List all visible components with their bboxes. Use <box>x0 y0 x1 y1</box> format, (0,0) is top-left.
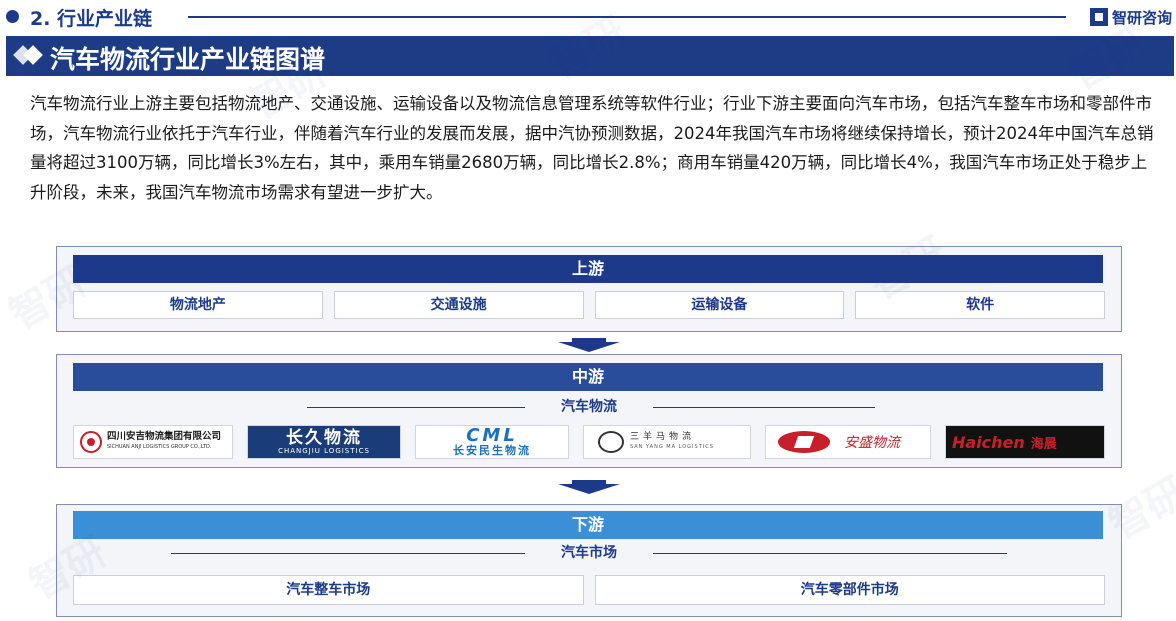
logo-anji: 四川安吉物流集团有限公司 SICHUAN ANJI LOGISTICS GROU… <box>73 425 233 459</box>
changjiu-name-cn: 长久物流 <box>286 427 362 448</box>
double-diamond-icon <box>13 45 43 67</box>
upstream-item: 运输设备 <box>594 291 845 319</box>
sanyangma-emblem-icon <box>598 431 624 453</box>
sanyangma-name-en: SAN YANG MA LOGISTICS <box>630 444 714 450</box>
title-bar: 汽车物流行业产业链图谱 <box>6 36 1174 76</box>
haichen-name-en: Haichen <box>952 432 1025 452</box>
downstream-item: 汽车整车市场 <box>73 575 584 605</box>
haichen-name-cn: 海晨 <box>1030 436 1057 452</box>
changjiu-name-en: CHANGJIU LOGISTICS <box>278 446 370 455</box>
subtitle-line-right <box>653 407 875 408</box>
downstream-header: 下游 <box>73 511 1103 539</box>
anji-emblem-icon <box>80 431 102 453</box>
bullet-dot-icon <box>6 10 19 23</box>
upstream-header: 上游 <box>73 255 1103 283</box>
midstream-header: 中游 <box>73 363 1103 391</box>
down-arrow-icon <box>558 338 620 352</box>
logo-changjiu: 长久物流 CHANGJIU LOGISTICS <box>247 425 401 459</box>
downstream-items: 汽车整车市场 汽车零部件市场 <box>73 575 1105 605</box>
logo-cml: CML 长安民生物流 <box>415 425 569 459</box>
cml-name-en: CML <box>466 425 518 446</box>
page-title: 汽车物流行业产业链图谱 <box>50 45 326 74</box>
brand-name: 智研咨询 <box>1111 8 1172 27</box>
anji-name-cn: 四川安吉物流集团有限公司 <box>107 431 222 442</box>
anji-name-en: SICHUAN ANJI LOGISTICS GROUP CO.,LTD. <box>107 444 212 450</box>
intro-paragraph: 汽车物流行业上游主要包括物流地产、交通设施、运输设备以及物流信息管理系统等软件行… <box>30 94 1154 202</box>
brand-mark-icon <box>1089 8 1108 26</box>
upstream-panel: 上游 物流地产 交通设施 运输设备 软件 <box>56 246 1122 332</box>
cml-name-cn: 长安民生物流 <box>453 444 531 457</box>
section-title: 2. 行业产业链 <box>30 8 153 30</box>
subtitle-line-right <box>653 553 1007 554</box>
company-logos: 四川安吉物流集团有限公司 SICHUAN ANJI LOGISTICS GROU… <box>73 425 1105 459</box>
sanyangma-name-cn: 三羊马物流 <box>630 432 696 442</box>
down-arrow-icon <box>558 480 620 494</box>
downstream-subtitle: 汽车市场 <box>57 543 1121 563</box>
logo-haichen: Haichen 海晨 <box>945 425 1105 459</box>
header-divider <box>188 16 1066 18</box>
logo-sanyangma: 三羊马物流 SAN YANG MA LOGISTICS <box>583 425 751 459</box>
upstream-item: 物流地产 <box>73 291 323 319</box>
ansheng-name-cn: 安盛物流 <box>844 435 900 451</box>
logo-ansheng: 安盛物流 <box>765 425 931 459</box>
downstream-item: 汽车零部件市场 <box>594 575 1105 605</box>
upstream-item: 软件 <box>855 291 1105 319</box>
upstream-item: 交通设施 <box>333 291 584 319</box>
upstream-items: 物流地产 交通设施 运输设备 软件 <box>73 291 1105 319</box>
midstream-panel: 中游 汽车物流 四川安吉物流集团有限公司 SICHUAN ANJI LOGIST… <box>56 354 1122 468</box>
midstream-subtitle: 汽车物流 <box>57 397 1121 417</box>
ansheng-emblem-icon <box>778 431 830 453</box>
midstream-sub-label: 汽车物流 <box>561 399 617 415</box>
page-header: 2. 行业产业链 智研咨询 <box>0 0 1176 34</box>
downstream-panel: 下游 汽车市场 汽车整车市场 汽车零部件市场 <box>56 504 1122 617</box>
brand-logo: 智研咨询 <box>1089 5 1172 29</box>
